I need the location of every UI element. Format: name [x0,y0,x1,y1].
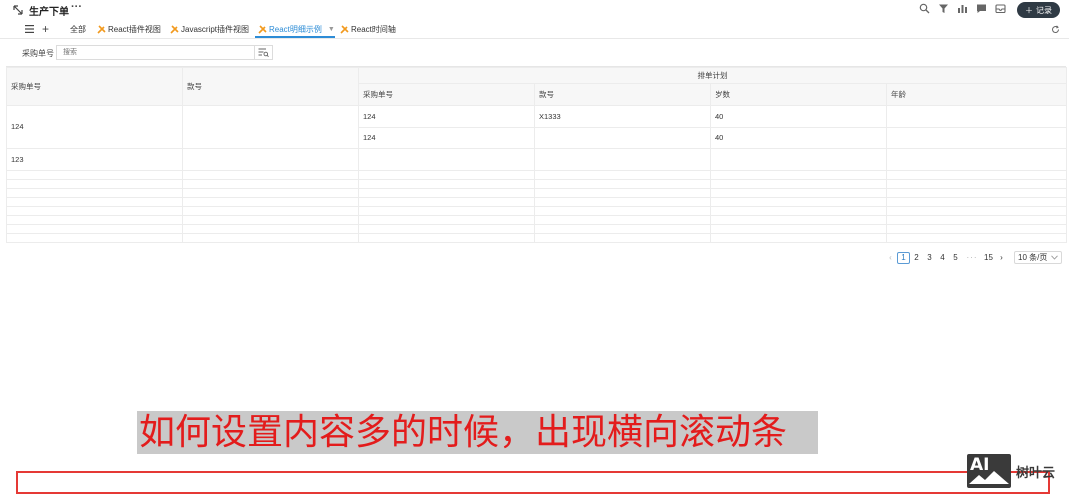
empty-row [6,224,1067,234]
record-button-label: 记录 [1036,5,1052,15]
cell-age [886,127,1067,149]
cell-purchase-no: 123 [6,148,183,171]
tools-icon [258,25,267,34]
table-row[interactable]: 124 124 X1333 40 [6,105,1067,149]
tab-react-detail-example[interactable]: React明细示例 ▼ [258,24,335,35]
cell-sub-style-no [534,127,711,149]
cell-sub-purchase-no: 124 [358,127,535,149]
top-header: 生产下单 ··· ＋ 记录 [0,0,1069,20]
page-size-select[interactable]: 10 条/页 [1014,251,1062,264]
menu-icon[interactable] [25,25,34,33]
empty-row [6,233,1067,243]
column-group-schedule-plan: 排单计划 [358,67,1067,84]
tools-icon [340,25,349,34]
tab-label: Javascript插件视图 [181,25,250,34]
tab-javascript-plugin-view[interactable]: Javascript插件视图 [170,24,249,35]
comment-icon[interactable] [976,3,987,14]
empty-row [6,179,1067,189]
view-tabs-bar: + 全部 React插件视图 Javascript插件视图 React明细示例 … [0,20,1069,39]
tools-icon [170,25,179,34]
search-icon[interactable] [919,3,930,14]
cell-sub-style-no [534,148,711,171]
cell-age-years: 40 [710,127,887,149]
cell-age-years [710,148,887,171]
filter-icon[interactable] [938,3,949,14]
video-caption: 如何设置内容多的时候，出现横向滚动条 [137,411,818,454]
table-row[interactable]: 123 [6,148,1067,171]
mountain-icon [969,471,1009,484]
highlight-box [16,471,1050,494]
cell-sub-purchase-no [358,148,535,171]
cell-age-years: 40 [710,105,887,128]
watermark-logo: AI [967,454,1011,488]
filter-bar: 采购单号 [0,40,1069,66]
prev-page-icon[interactable]: ‹ [884,252,897,264]
tab-label: React明细示例 [269,25,322,34]
tab-react-timeline[interactable]: React时间轴 [340,24,396,35]
inbox-icon[interactable] [995,3,1006,14]
tab-react-plugin-view[interactable]: React插件视图 [97,24,161,35]
next-page-icon[interactable]: › [995,252,1008,264]
column-header-age[interactable]: 年龄 [886,83,1067,106]
collapse-icon[interactable] [12,4,24,16]
column-header-age-years[interactable]: 岁数 [710,83,887,106]
empty-row [6,197,1067,207]
page-button-5[interactable]: 5 [949,252,962,264]
tab-label: 全部 [70,25,86,34]
page-title: 生产下单 [29,7,69,18]
filter-options-button[interactable] [254,45,273,60]
cell-age [886,105,1067,128]
cell-age [886,148,1067,171]
page-button-last[interactable]: 15 [982,252,995,264]
plus-icon: ＋ [1025,5,1033,15]
refresh-icon[interactable] [1051,25,1060,34]
page-size-value: 10 条/页 [1018,253,1048,262]
empty-row [6,170,1067,180]
cell-style-no [182,105,359,149]
active-tab-indicator [255,36,335,38]
tab-label: React插件视图 [108,25,161,34]
column-header-sub-style-no[interactable]: 款号 [534,83,711,106]
caret-down-icon[interactable]: ▼ [328,26,335,33]
page-button-4[interactable]: 4 [936,252,949,264]
tab-label: React时间轴 [351,25,396,34]
empty-row [6,188,1067,198]
page-button-2[interactable]: 2 [910,252,923,264]
cell-sub-purchase-no: 124 [358,105,535,128]
toolbar-icons [919,3,1006,14]
add-view-icon[interactable]: + [42,23,49,35]
page-button-1[interactable]: 1 [897,251,910,264]
cell-purchase-no: 124 [6,105,183,149]
empty-row [6,215,1067,225]
chart-icon[interactable] [957,3,968,14]
pagination: ‹ 1 2 3 4 5 ··· 15 › 10 条/页 [884,251,1062,264]
page-button-3[interactable]: 3 [923,252,936,264]
more-options-button[interactable]: ··· [71,1,82,13]
chevron-down-icon [1051,255,1058,260]
watermark-name: 树叶云 [1016,466,1056,481]
filter-label: 采购单号 [22,49,54,58]
column-header-purchase-no[interactable]: 采购单号 [6,67,183,106]
column-header-style-no[interactable]: 款号 [182,67,359,106]
cell-style-no [182,148,359,171]
tools-icon [97,25,106,34]
cell-sub-style-no: X1333 [534,105,711,128]
search-input[interactable] [56,45,255,60]
data-table: 采购单号 款号 排单计划 采购单号 款号 岁数 年龄 124 124 X1333… [6,66,1067,246]
tab-all[interactable]: 全部 [70,24,86,35]
column-header-sub-purchase-no[interactable]: 采购单号 [358,83,535,106]
list-filter-icon [258,48,269,57]
record-button[interactable]: ＋ 记录 [1017,2,1060,18]
page-ellipsis[interactable]: ··· [962,252,982,264]
empty-row [6,206,1067,216]
